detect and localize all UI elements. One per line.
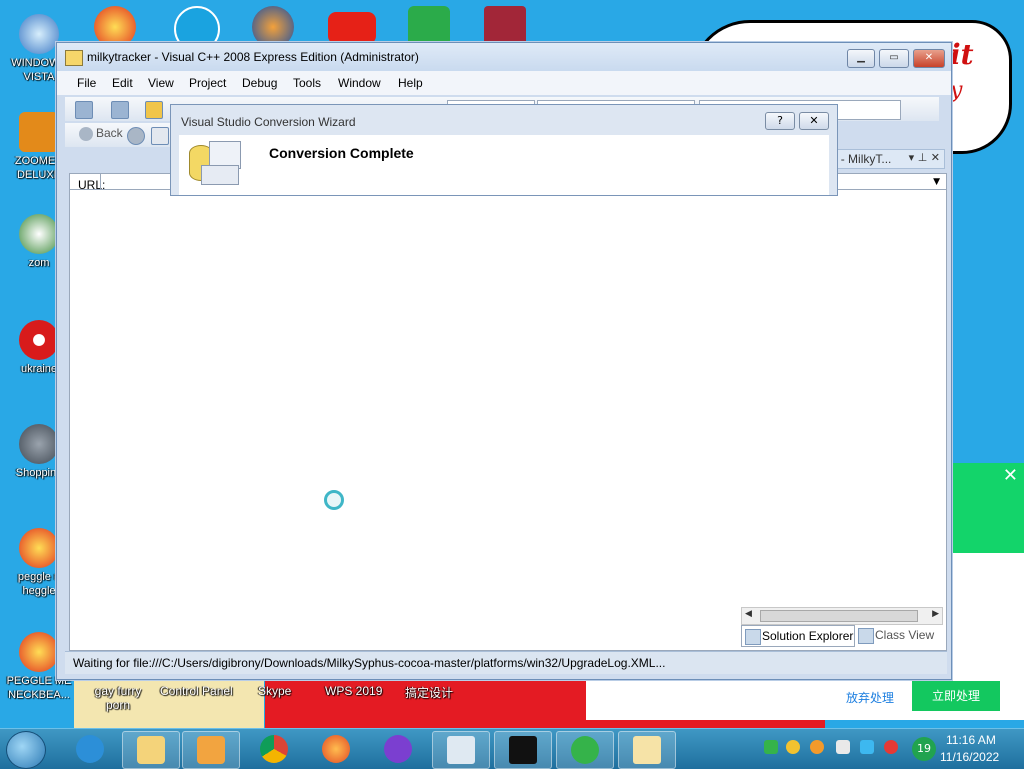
menu-file[interactable]: File	[77, 76, 96, 90]
title-bar[interactable]: milkytracker - Visual C++ 2008 Express E…	[57, 43, 951, 71]
conversion-wizard-dialog: Visual Studio Conversion Wizard ? ✕ Conv…	[170, 104, 838, 196]
dialog-body: Conversion Complete	[179, 135, 829, 195]
close-button[interactable]: ✕	[913, 49, 945, 68]
help-button[interactable]: ?	[765, 112, 795, 130]
start-button[interactable]	[6, 731, 46, 769]
notification-ignore-link[interactable]: 放弃处理	[846, 689, 894, 706]
tab-solution-explorer[interactable]: Solution Explorer	[741, 625, 855, 647]
loading-spinner-icon	[324, 490, 344, 510]
close-icon[interactable]: ✕	[1003, 465, 1018, 486]
app-icon	[384, 735, 412, 763]
maximize-button[interactable]: ▭	[879, 49, 909, 68]
tray-volume-icon[interactable]	[884, 740, 898, 754]
open-folder-icon[interactable]	[145, 101, 163, 119]
chevron-down-icon: ▼	[933, 177, 940, 187]
scroll-right-icon[interactable]: ▶	[932, 609, 939, 619]
desktop-icon-label[interactable]: gay furry porn	[92, 684, 144, 712]
stop-icon[interactable]	[151, 127, 169, 145]
menu-window[interactable]: Window	[338, 76, 381, 90]
taskbar-firefox[interactable]	[308, 731, 364, 767]
7zip-icon	[509, 736, 537, 764]
radiation-icon	[19, 320, 59, 360]
minimize-button[interactable]: ▁	[847, 49, 875, 68]
menu-debug[interactable]: Debug	[242, 76, 277, 90]
vista-icon	[19, 14, 59, 54]
taskbar-app[interactable]	[370, 731, 426, 767]
app-icon	[65, 50, 83, 66]
scroll-left-icon[interactable]: ◀	[745, 609, 752, 619]
menu-help[interactable]: Help	[398, 76, 423, 90]
tray-badge[interactable]: 19	[912, 737, 936, 761]
taskbar-green-plus[interactable]	[556, 731, 614, 769]
back-arrow-icon	[79, 126, 93, 141]
peggle-icon	[19, 528, 59, 568]
solution-icon	[745, 629, 761, 645]
menu-bar: File Edit View Project Debug Tools Windo…	[57, 71, 951, 95]
taskbar-chrome[interactable]	[246, 731, 302, 767]
folder-icon	[137, 736, 165, 764]
taskbar-internet-explorer[interactable]	[62, 731, 118, 767]
conversion-icon	[189, 141, 241, 187]
menu-edit[interactable]: Edit	[112, 76, 133, 90]
dialog-title: Visual Studio Conversion Wizard	[181, 115, 356, 129]
window-title: milkytracker - Visual C++ 2008 Express E…	[87, 50, 419, 64]
clock-time[interactable]: 11:16 AM	[946, 733, 996, 747]
back-button[interactable]: Back	[79, 126, 123, 141]
horizontal-scrollbar[interactable]: ◀ ▶	[741, 607, 943, 625]
taskbar: 19 11:16 AM 11/16/2022	[0, 728, 1024, 769]
taskbar-media-player[interactable]	[182, 731, 240, 769]
green-plus-icon	[571, 736, 599, 764]
media-player-icon	[197, 736, 225, 764]
taskbar-file-explorer[interactable]	[122, 731, 180, 769]
tray-icon-1[interactable]	[764, 740, 778, 754]
scroll-thumb[interactable]	[760, 610, 918, 622]
desktop-icon-skype[interactable]: Skype	[258, 684, 291, 698]
class-view-icon	[858, 628, 874, 644]
desktop-icon-design[interactable]: 搞定设计	[405, 684, 453, 701]
notification-body	[950, 553, 1024, 676]
status-text: Waiting for file:///C:/Users/digibrony/D…	[73, 656, 666, 670]
forward-arrow-icon[interactable]	[127, 127, 145, 145]
firefox-icon	[322, 735, 350, 763]
notification-action-button[interactable]: 立即处理	[912, 681, 1000, 711]
menu-project[interactable]: Project	[189, 76, 226, 90]
flash-icon	[19, 424, 59, 464]
peggle-icon	[19, 632, 59, 672]
wallpaper-text: it	[950, 38, 974, 71]
zoomer-icon	[19, 112, 59, 152]
tray-monitor-icon[interactable]	[860, 740, 874, 754]
internet-explorer-icon	[76, 735, 104, 763]
tray-flag-icon[interactable]	[836, 740, 850, 754]
tray-icon-2[interactable]	[786, 740, 800, 754]
flower-icon	[19, 214, 59, 254]
notepad-icon	[447, 736, 475, 764]
taskbar-notepad[interactable]	[432, 731, 490, 769]
menu-tools[interactable]: Tools	[293, 76, 321, 90]
taskbar-visual-studio[interactable]	[618, 731, 676, 769]
chrome-icon	[260, 735, 288, 763]
clock-date[interactable]: 11/16/2022	[940, 750, 999, 764]
dialog-close-button[interactable]: ✕	[799, 112, 829, 130]
web-browser-content[interactable]	[69, 189, 947, 651]
new-project-icon[interactable]	[75, 101, 93, 119]
desktop-icon-wps[interactable]: WPS 2019	[325, 684, 382, 698]
add-item-icon[interactable]	[111, 101, 129, 119]
pane-buttons[interactable]: ▾ ⊥ ✕	[909, 151, 940, 164]
menu-view[interactable]: View	[148, 76, 174, 90]
desktop-icon-control-panel[interactable]: Control Panel	[160, 684, 233, 698]
taskbar-7zip[interactable]	[494, 731, 552, 769]
tray-search-icon[interactable]	[810, 740, 824, 754]
visual-studio-icon	[633, 736, 661, 764]
dialog-heading: Conversion Complete	[269, 145, 414, 161]
notification-panel: ✕	[950, 463, 1024, 553]
status-bar: Waiting for file:///C:/Users/digibrony/D…	[65, 651, 947, 674]
youtube-icon[interactable]	[328, 12, 376, 44]
tab-class-view[interactable]: Class View	[855, 625, 937, 645]
